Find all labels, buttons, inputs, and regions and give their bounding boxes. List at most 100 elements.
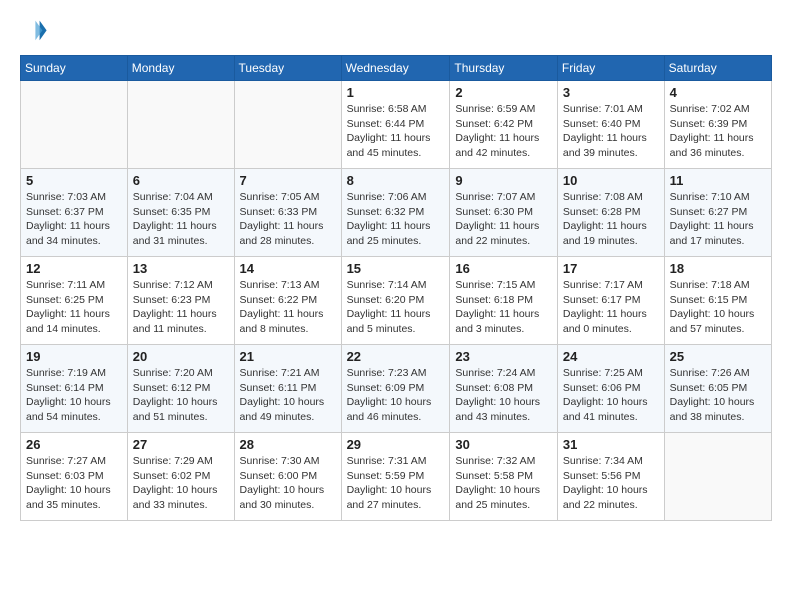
weekday-header-saturday: Saturday: [664, 56, 771, 81]
day-info: Sunrise: 7:25 AMSunset: 6:06 PMDaylight:…: [563, 366, 659, 425]
day-number: 5: [26, 173, 122, 188]
calendar-cell: 7 Sunrise: 7:05 AMSunset: 6:33 PMDaylight…: [234, 169, 341, 257]
calendar-cell: 31 Sunrise: 7:34 AMSunset: 5:56 PMDayligh…: [557, 433, 664, 521]
day-number: 26: [26, 437, 122, 452]
day-number: 13: [133, 261, 229, 276]
calendar-cell: 25 Sunrise: 7:26 AMSunset: 6:05 PMDayligh…: [664, 345, 771, 433]
calendar-week-5: 26 Sunrise: 7:27 AMSunset: 6:03 PMDayligh…: [21, 433, 772, 521]
calendar-cell: 20 Sunrise: 7:20 AMSunset: 6:12 PMDayligh…: [127, 345, 234, 433]
calendar-cell: 5Sunrise: 7:03 AMSunset: 6:37 PMDaylight…: [21, 169, 128, 257]
calendar-cell: 23 Sunrise: 7:24 AMSunset: 6:08 PMDayligh…: [450, 345, 558, 433]
day-number: 29: [347, 437, 445, 452]
calendar-cell: 3 Sunrise: 7:01 AMSunset: 6:40 PMDaylight…: [557, 81, 664, 169]
day-info: Sunrise: 7:27 AMSunset: 6:03 PMDaylight:…: [26, 454, 122, 513]
calendar-cell: 26 Sunrise: 7:27 AMSunset: 6:03 PMDayligh…: [21, 433, 128, 521]
day-number: 3: [563, 85, 659, 100]
calendar-cell: 14Sunrise: 7:13 AMSunset: 6:22 PMDayligh…: [234, 257, 341, 345]
logo: [20, 15, 52, 43]
day-number: 2: [455, 85, 552, 100]
calendar-week-3: 12 Sunrise: 7:11 AMSunset: 6:25 PMDayligh…: [21, 257, 772, 345]
day-info: Sunrise: 7:10 AMSunset: 6:27 PMDaylight:…: [670, 190, 766, 249]
calendar-cell: 4 Sunrise: 7:02 AMSunset: 6:39 PMDaylight…: [664, 81, 771, 169]
day-info: Sunrise: 7:12 AMSunset: 6:23 PMDaylight:…: [133, 278, 229, 337]
day-number: 12: [26, 261, 122, 276]
weekday-row: SundayMondayTuesdayWednesdayThursdayFrid…: [21, 56, 772, 81]
day-number: 25: [670, 349, 766, 364]
calendar-cell: 16Sunrise: 7:15 AMSunset: 6:18 PMDayligh…: [450, 257, 558, 345]
day-info: Sunrise: 7:06 AMSunset: 6:32 PMDaylight:…: [347, 190, 445, 249]
day-number: 17: [563, 261, 659, 276]
weekday-header-sunday: Sunday: [21, 56, 128, 81]
calendar-cell: 2 Sunrise: 6:59 AMSunset: 6:42 PMDaylight…: [450, 81, 558, 169]
day-info: Sunrise: 7:31 AMSunset: 5:59 PMDaylight:…: [347, 454, 445, 513]
calendar-cell: 11 Sunrise: 7:10 AMSunset: 6:27 PMDayligh…: [664, 169, 771, 257]
page: SundayMondayTuesdayWednesdayThursdayFrid…: [0, 0, 792, 612]
calendar-cell: [234, 81, 341, 169]
day-number: 10: [563, 173, 659, 188]
calendar-body: 1 Sunrise: 6:58 AMSunset: 6:44 PMDaylight…: [21, 81, 772, 521]
calendar-cell: 24Sunrise: 7:25 AMSunset: 6:06 PMDayligh…: [557, 345, 664, 433]
calendar-cell: 6 Sunrise: 7:04 AMSunset: 6:35 PMDaylight…: [127, 169, 234, 257]
calendar-cell: 19 Sunrise: 7:19 AMSunset: 6:14 PMDayligh…: [21, 345, 128, 433]
day-info: Sunrise: 7:23 AMSunset: 6:09 PMDaylight:…: [347, 366, 445, 425]
day-info: Sunrise: 7:29 AMSunset: 6:02 PMDaylight:…: [133, 454, 229, 513]
calendar-cell: 12 Sunrise: 7:11 AMSunset: 6:25 PMDayligh…: [21, 257, 128, 345]
calendar-cell: 27 Sunrise: 7:29 AMSunset: 6:02 PMDayligh…: [127, 433, 234, 521]
day-info: Sunrise: 7:19 AMSunset: 6:14 PMDaylight:…: [26, 366, 122, 425]
calendar-cell: 29 Sunrise: 7:31 AMSunset: 5:59 PMDayligh…: [341, 433, 450, 521]
calendar-cell: 28 Sunrise: 7:30 AMSunset: 6:00 PMDayligh…: [234, 433, 341, 521]
calendar-cell: 30 Sunrise: 7:32 AMSunset: 5:58 PMDayligh…: [450, 433, 558, 521]
day-number: 20: [133, 349, 229, 364]
day-number: 4: [670, 85, 766, 100]
day-number: 14: [240, 261, 336, 276]
calendar-cell: 13 Sunrise: 7:12 AMSunset: 6:23 PMDayligh…: [127, 257, 234, 345]
weekday-header-thursday: Thursday: [450, 56, 558, 81]
day-info: Sunrise: 7:05 AMSunset: 6:33 PMDaylight:…: [240, 190, 336, 249]
day-number: 7: [240, 173, 336, 188]
day-info: Sunrise: 7:26 AMSunset: 6:05 PMDaylight:…: [670, 366, 766, 425]
day-number: 21: [240, 349, 336, 364]
day-info: Sunrise: 7:01 AMSunset: 6:40 PMDaylight:…: [563, 102, 659, 161]
day-number: 15: [347, 261, 445, 276]
calendar-cell: 8 Sunrise: 7:06 AMSunset: 6:32 PMDaylight…: [341, 169, 450, 257]
calendar-header: SundayMondayTuesdayWednesdayThursdayFrid…: [21, 56, 772, 81]
day-number: 19: [26, 349, 122, 364]
day-info: Sunrise: 7:30 AMSunset: 6:00 PMDaylight:…: [240, 454, 336, 513]
day-number: 9: [455, 173, 552, 188]
day-number: 8: [347, 173, 445, 188]
day-info: Sunrise: 6:58 AMSunset: 6:44 PMDaylight:…: [347, 102, 445, 161]
day-number: 11: [670, 173, 766, 188]
weekday-header-tuesday: Tuesday: [234, 56, 341, 81]
day-info: Sunrise: 7:18 AMSunset: 6:15 PMDaylight:…: [670, 278, 766, 337]
day-number: 23: [455, 349, 552, 364]
calendar-cell: 9 Sunrise: 7:07 AMSunset: 6:30 PMDaylight…: [450, 169, 558, 257]
day-number: 30: [455, 437, 552, 452]
day-number: 31: [563, 437, 659, 452]
day-info: Sunrise: 7:17 AMSunset: 6:17 PMDaylight:…: [563, 278, 659, 337]
calendar-cell: 22Sunrise: 7:23 AMSunset: 6:09 PMDayligh…: [341, 345, 450, 433]
day-info: Sunrise: 7:20 AMSunset: 6:12 PMDaylight:…: [133, 366, 229, 425]
logo-icon: [20, 15, 48, 43]
day-info: Sunrise: 7:15 AMSunset: 6:18 PMDaylight:…: [455, 278, 552, 337]
calendar-table: SundayMondayTuesdayWednesdayThursdayFrid…: [20, 55, 772, 521]
day-info: Sunrise: 7:24 AMSunset: 6:08 PMDaylight:…: [455, 366, 552, 425]
day-info: Sunrise: 7:07 AMSunset: 6:30 PMDaylight:…: [455, 190, 552, 249]
day-number: 18: [670, 261, 766, 276]
calendar-cell: 18 Sunrise: 7:18 AMSunset: 6:15 PMDayligh…: [664, 257, 771, 345]
calendar-week-1: 1 Sunrise: 6:58 AMSunset: 6:44 PMDaylight…: [21, 81, 772, 169]
day-number: 28: [240, 437, 336, 452]
day-info: Sunrise: 7:11 AMSunset: 6:25 PMDaylight:…: [26, 278, 122, 337]
day-number: 1: [347, 85, 445, 100]
calendar-cell: 1 Sunrise: 6:58 AMSunset: 6:44 PMDaylight…: [341, 81, 450, 169]
weekday-header-wednesday: Wednesday: [341, 56, 450, 81]
calendar-week-2: 5Sunrise: 7:03 AMSunset: 6:37 PMDaylight…: [21, 169, 772, 257]
day-number: 6: [133, 173, 229, 188]
day-info: Sunrise: 7:04 AMSunset: 6:35 PMDaylight:…: [133, 190, 229, 249]
day-info: Sunrise: 7:34 AMSunset: 5:56 PMDaylight:…: [563, 454, 659, 513]
day-info: Sunrise: 7:32 AMSunset: 5:58 PMDaylight:…: [455, 454, 552, 513]
day-info: Sunrise: 7:08 AMSunset: 6:28 PMDaylight:…: [563, 190, 659, 249]
calendar-cell: [21, 81, 128, 169]
day-info: Sunrise: 6:59 AMSunset: 6:42 PMDaylight:…: [455, 102, 552, 161]
day-number: 27: [133, 437, 229, 452]
day-info: Sunrise: 7:02 AMSunset: 6:39 PMDaylight:…: [670, 102, 766, 161]
